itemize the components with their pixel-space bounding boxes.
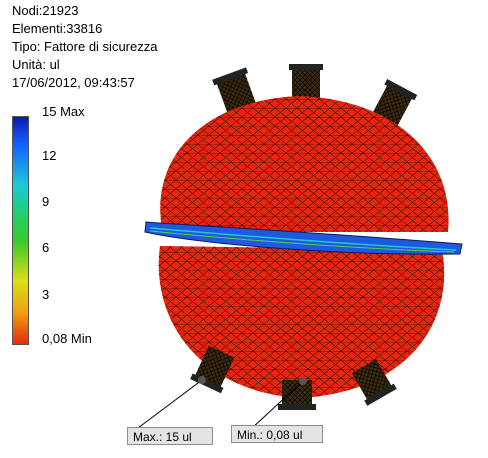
max-callout[interactable]: Max.: 15 ul — [127, 427, 213, 445]
max-leader-line — [137, 379, 203, 429]
min-probe-marker[interactable] — [299, 377, 307, 385]
model-viewport[interactable] — [0, 0, 488, 458]
nozzle-bottom-center — [278, 380, 316, 410]
max-probe-marker[interactable] — [198, 376, 206, 384]
min-callout[interactable]: Min.: 0,08 ul — [231, 425, 323, 443]
